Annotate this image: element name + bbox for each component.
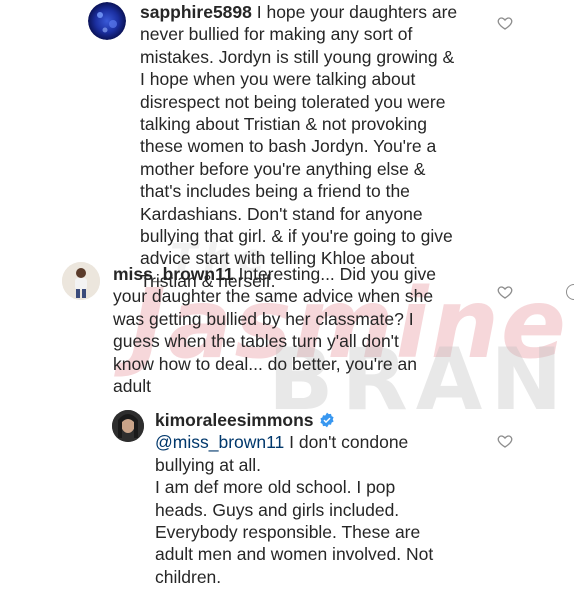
comment-line: adult men and women involved. Not <box>155 544 434 565</box>
mention-link[interactable]: @miss_brown11 <box>155 432 284 452</box>
comment-line: mother before you're anything else & <box>140 158 426 179</box>
comment-line: Everybody responsible. These are <box>155 522 421 543</box>
comment-line: bullying at all. <box>155 454 262 475</box>
comment-line: was getting bullied by her classmate? I <box>113 308 414 329</box>
comment-line: that's includes being a friend to the <box>140 181 410 202</box>
comment-line: never bullied for making any sort of <box>140 24 413 45</box>
comment-line: Kardashians. Don't stand for anyone <box>140 203 423 224</box>
comment-line: your daughter the same advice when she <box>113 286 434 307</box>
comment-username[interactable]: kimoraleesimmons <box>155 410 314 430</box>
comment-username[interactable]: miss_brown11 <box>113 264 234 284</box>
comment-username[interactable]: sapphire5898 <box>140 2 252 22</box>
comment-text-first: I hope your daughters are <box>251 2 458 22</box>
comment-line: I hope when you were talking about <box>140 69 416 90</box>
avatar[interactable] <box>62 262 100 300</box>
comment-line: heads. Guys and girls included. <box>155 499 400 520</box>
comment-line: adult <box>113 376 151 397</box>
avatar[interactable] <box>88 2 126 40</box>
comment-line: know how to deal... do better, you're an <box>113 353 417 374</box>
comment-kimoraleesimmons: kimoraleesimmons @miss_brown11 I don't c… <box>0 408 574 596</box>
comment-line: children. <box>155 566 222 587</box>
comment-body: sapphire5898 I hope your daughters are n… <box>140 1 540 292</box>
comment-line: talking about Tristian & not provoking <box>140 114 427 135</box>
comment-body: miss_brown11 Interesting... Did you give… <box>113 263 513 397</box>
comment-line: guess when the tables turn y'all don't <box>113 331 399 352</box>
heart-outline-icon[interactable] <box>497 433 513 449</box>
comment-body: kimoraleesimmons @miss_brown11 I don't c… <box>155 409 495 588</box>
comment-text-first: Interesting... Did you give <box>233 264 436 284</box>
comment-line: mistakes. Jordyn is still young growing … <box>140 46 455 67</box>
comment-line: disrespect not being tolerated you were <box>140 91 446 112</box>
comment-line: these women to bash Jordyn. You're a <box>140 136 437 157</box>
heart-outline-icon[interactable] <box>497 284 513 300</box>
comment-text-first: I don't condone <box>284 432 409 453</box>
comment-thread: The Jasmine BRAND sapphire5898 I hope y <box>0 0 574 596</box>
comment-sapphire5898: sapphire5898 I hope your daughters are n… <box>0 0 574 291</box>
verified-badge-icon <box>319 411 335 428</box>
comment-miss-brown11: miss_brown11 Interesting... Did you give… <box>0 262 574 402</box>
avatar[interactable] <box>112 410 144 442</box>
comment-line: I am def more old school. I pop <box>155 477 396 498</box>
heart-outline-icon[interactable] <box>497 15 513 31</box>
comment-line: bullying that girl. & if you're going to… <box>140 226 453 247</box>
